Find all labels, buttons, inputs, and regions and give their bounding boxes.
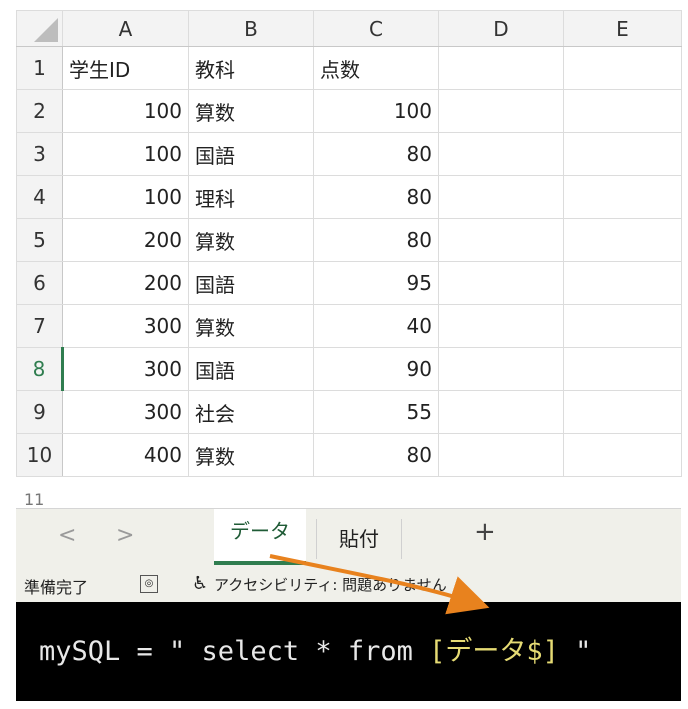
partial-row-11: 11 <box>16 488 681 506</box>
cell-c10[interactable]: 80 <box>313 433 439 477</box>
row-header[interactable]: 10 <box>16 433 63 477</box>
cell-c6[interactable]: 95 <box>313 261 439 305</box>
add-sheet-icon[interactable]: + <box>474 517 496 547</box>
cell-c2[interactable]: 100 <box>313 89 439 133</box>
code-prefix: mySQL = " select * from <box>39 636 430 667</box>
table-row: 5 200 算数 80 <box>16 218 682 262</box>
accessibility-icon[interactable]: ♿ <box>192 573 208 594</box>
sql-code-line: mySQL = " select * from [データ$] " <box>16 602 681 701</box>
cell-e10[interactable] <box>563 433 682 477</box>
sheet-tab-bar: < > データ 貼付 + <box>16 508 681 567</box>
column-header-a[interactable]: A <box>62 10 189 47</box>
cell-d10[interactable] <box>438 433 564 477</box>
cell-c4[interactable]: 80 <box>313 175 439 219</box>
select-all-corner[interactable] <box>16 10 63 47</box>
cell-d3[interactable] <box>438 132 564 176</box>
code-table-ref: [データ$] <box>429 636 559 667</box>
cell-d6[interactable] <box>438 261 564 305</box>
row-header[interactable]: 3 <box>16 132 63 176</box>
cell-a5[interactable]: 200 <box>62 218 189 262</box>
row-header[interactable]: 6 <box>16 261 63 305</box>
table-row: 8 300 国語 90 <box>16 347 682 391</box>
row-header[interactable]: 2 <box>16 89 63 133</box>
cell-a3[interactable]: 100 <box>62 132 189 176</box>
cell-b1[interactable]: 教科 <box>188 46 314 90</box>
cell-e8[interactable] <box>563 347 682 391</box>
cell-e3[interactable] <box>563 132 682 176</box>
table-row: 9 300 社会 55 <box>16 390 682 434</box>
cell-c5[interactable]: 80 <box>313 218 439 262</box>
cell-b9[interactable]: 社会 <box>188 390 314 434</box>
row-header[interactable]: 9 <box>16 390 63 434</box>
cell-e5[interactable] <box>563 218 682 262</box>
prev-sheet-icon[interactable]: < <box>58 523 76 548</box>
row-header[interactable]: 5 <box>16 218 63 262</box>
cell-a8[interactable]: 300 <box>62 347 189 391</box>
code-suffix: " <box>558 636 592 667</box>
cell-d1[interactable] <box>438 46 564 90</box>
cell-b6[interactable]: 国語 <box>188 261 314 305</box>
cell-d7[interactable] <box>438 304 564 348</box>
cell-b3[interactable]: 国語 <box>188 132 314 176</box>
next-sheet-icon[interactable]: > <box>116 523 134 548</box>
table-row: 2 100 算数 100 <box>16 89 682 133</box>
cell-a7[interactable]: 300 <box>62 304 189 348</box>
spreadsheet-grid: A B C D E 1 学生ID 教科 点数 2 100 算数 100 3 10… <box>16 10 682 477</box>
column-header-row: A B C D E <box>16 10 682 47</box>
cell-e2[interactable] <box>563 89 682 133</box>
cell-b4[interactable]: 理科 <box>188 175 314 219</box>
row-header-selected[interactable]: 8 <box>16 347 64 391</box>
cell-c3[interactable]: 80 <box>313 132 439 176</box>
cell-c8[interactable]: 90 <box>313 347 439 391</box>
cell-b8[interactable]: 国語 <box>188 347 314 391</box>
cell-d9[interactable] <box>438 390 564 434</box>
status-bar: 準備完了 ◎ ♿ アクセシビリティ: 問題ありません <box>16 566 681 602</box>
cell-a9[interactable]: 300 <box>62 390 189 434</box>
column-header-c[interactable]: C <box>313 10 439 47</box>
row-header[interactable]: 7 <box>16 304 63 348</box>
row-header-partial[interactable]: 11 <box>24 490 44 506</box>
tab-data-sheet[interactable]: データ <box>214 509 306 565</box>
cell-b7[interactable]: 算数 <box>188 304 314 348</box>
cell-e9[interactable] <box>563 390 682 434</box>
cell-e6[interactable] <box>563 261 682 305</box>
cell-a1[interactable]: 学生ID <box>62 46 189 90</box>
table-row: 7 300 算数 40 <box>16 304 682 348</box>
table-row: 1 学生ID 教科 点数 <box>16 46 682 90</box>
row-header[interactable]: 4 <box>16 175 63 219</box>
cell-b2[interactable]: 算数 <box>188 89 314 133</box>
cell-b5[interactable]: 算数 <box>188 218 314 262</box>
cell-c7[interactable]: 40 <box>313 304 439 348</box>
table-row: 10 400 算数 80 <box>16 433 682 477</box>
cell-a6[interactable]: 200 <box>62 261 189 305</box>
cell-d8[interactable] <box>438 347 564 391</box>
cell-d5[interactable] <box>438 218 564 262</box>
table-row: 4 100 理科 80 <box>16 175 682 219</box>
cell-a10[interactable]: 400 <box>62 433 189 477</box>
cell-a2[interactable]: 100 <box>62 89 189 133</box>
row-header[interactable]: 1 <box>16 46 63 90</box>
cell-d2[interactable] <box>438 89 564 133</box>
table-row: 6 200 国語 95 <box>16 261 682 305</box>
sheet-status-icon[interactable]: ◎ <box>140 575 158 593</box>
column-header-e[interactable]: E <box>563 10 682 47</box>
accessibility-status[interactable]: アクセシビリティ: 問題ありません <box>214 574 447 595</box>
cell-c9[interactable]: 55 <box>313 390 439 434</box>
cell-d4[interactable] <box>438 175 564 219</box>
cell-e7[interactable] <box>563 304 682 348</box>
cell-e4[interactable] <box>563 175 682 219</box>
cell-c1[interactable]: 点数 <box>313 46 439 90</box>
cell-e1[interactable] <box>563 46 682 90</box>
cell-b10[interactable]: 算数 <box>188 433 314 477</box>
column-header-d[interactable]: D <box>438 10 564 47</box>
tab-paste-sheet[interactable]: 貼付 <box>316 519 402 559</box>
status-ready-text: 準備完了 <box>24 578 89 597</box>
cell-a4[interactable]: 100 <box>62 175 189 219</box>
table-row: 3 100 国語 80 <box>16 132 682 176</box>
column-header-b[interactable]: B <box>188 10 314 47</box>
